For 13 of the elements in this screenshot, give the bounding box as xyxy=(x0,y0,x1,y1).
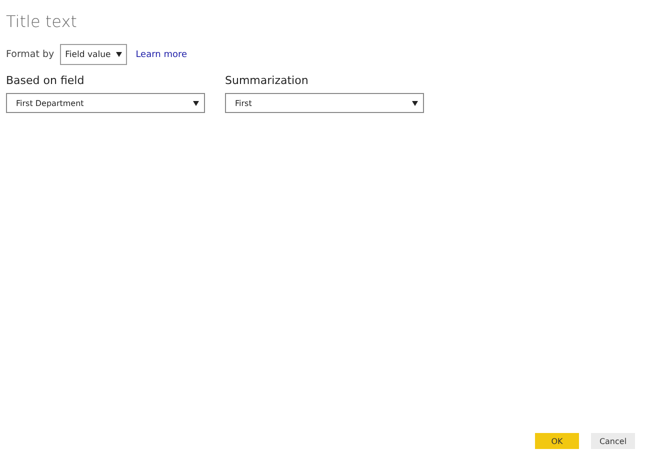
field-dropdown[interactable]: First xyxy=(225,93,424,113)
cancel-button[interactable]: Cancel xyxy=(591,433,635,449)
field-label: Based on field xyxy=(6,74,86,87)
caret-icon xyxy=(116,52,122,57)
field-dropdown[interactable]: First Department xyxy=(6,93,205,113)
caret-icon xyxy=(193,100,199,106)
caret-icon xyxy=(412,100,418,106)
field-label: Summarization xyxy=(225,74,310,87)
dialog-title: Title text xyxy=(6,12,78,31)
ok-button[interactable]: OK xyxy=(535,433,579,449)
format-by-label: Format by xyxy=(6,49,54,60)
learn-more-link[interactable]: Learn more xyxy=(136,50,188,60)
format-dropdown[interactable]: Field value xyxy=(60,44,127,65)
